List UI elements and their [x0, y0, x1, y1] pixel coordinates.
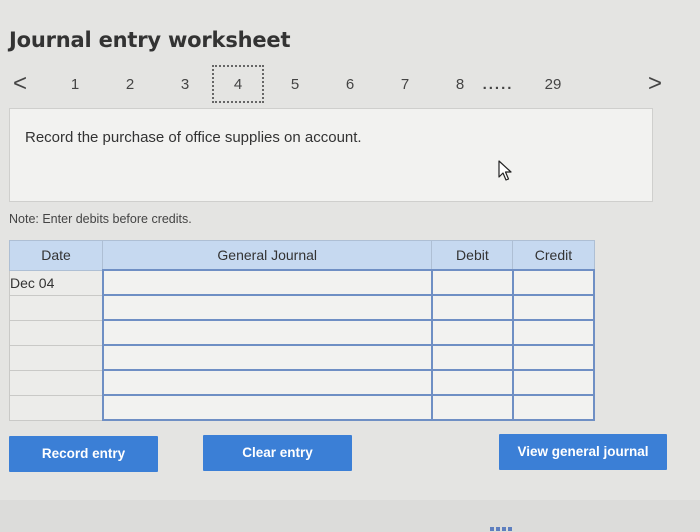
- page-link-8[interactable]: 8: [448, 68, 472, 102]
- table-row: [8, 319, 596, 346]
- account-input[interactable]: [101, 319, 433, 346]
- view-general-journal-button[interactable]: View general journal: [499, 434, 667, 470]
- table-row: [8, 394, 596, 421]
- credit-input[interactable]: [511, 294, 596, 321]
- journal-entry-table: Date General Journal Debit Credit Dec 04: [8, 240, 596, 421]
- credit-input[interactable]: [511, 269, 596, 296]
- page-link-29[interactable]: 29: [540, 68, 566, 102]
- column-header-general-journal: General Journal: [102, 240, 433, 271]
- column-header-date: Date: [8, 240, 104, 271]
- table-row: [8, 369, 596, 396]
- question-prompt-box: Record the purchase of office supplies o…: [9, 108, 653, 202]
- debit-input[interactable]: [430, 269, 514, 296]
- credit-input[interactable]: [511, 344, 596, 371]
- clear-entry-button[interactable]: Clear entry: [203, 435, 352, 471]
- page-link-4-current[interactable]: 4: [212, 65, 264, 103]
- column-header-credit: Credit: [512, 240, 595, 271]
- question-pager: < 1 2 3 4 5 6 7 8 ..... 29 >: [0, 65, 700, 103]
- page-title: Journal entry worksheet: [9, 28, 291, 52]
- page-link-3[interactable]: 3: [173, 68, 197, 102]
- page-link-6[interactable]: 6: [338, 68, 362, 102]
- account-input[interactable]: [101, 394, 433, 421]
- account-input[interactable]: [101, 369, 433, 396]
- date-cell: [8, 394, 104, 421]
- debit-input[interactable]: [430, 369, 514, 396]
- table-row: [8, 294, 596, 321]
- credit-input[interactable]: [511, 394, 596, 421]
- account-input[interactable]: [101, 344, 433, 371]
- date-cell: Dec 04: [8, 269, 104, 296]
- date-cell: [8, 369, 104, 396]
- debit-input[interactable]: [430, 344, 514, 371]
- prev-arrow-icon[interactable]: <: [10, 68, 30, 102]
- table-row: Dec 04: [8, 269, 596, 296]
- resize-grip-icon[interactable]: [490, 527, 512, 531]
- debit-input[interactable]: [430, 319, 514, 346]
- next-arrow-icon[interactable]: >: [645, 68, 665, 102]
- credit-input[interactable]: [511, 369, 596, 396]
- date-cell: [8, 319, 104, 346]
- account-input[interactable]: [101, 294, 433, 321]
- page-link-7[interactable]: 7: [393, 68, 417, 102]
- page-link-2[interactable]: 2: [118, 68, 142, 102]
- account-input[interactable]: [101, 269, 433, 296]
- pager-ellipsis: .....: [482, 76, 514, 93]
- table-row: [8, 344, 596, 371]
- question-prompt-text: Record the purchase of office supplies o…: [25, 129, 362, 146]
- date-cell: [8, 344, 104, 371]
- debit-input[interactable]: [430, 294, 514, 321]
- debit-input[interactable]: [430, 394, 514, 421]
- column-header-debit: Debit: [431, 240, 514, 271]
- credit-input[interactable]: [511, 319, 596, 346]
- mouse-pointer-icon: [498, 160, 512, 181]
- record-entry-button[interactable]: Record entry: [9, 436, 158, 472]
- bottom-bar: [0, 500, 700, 532]
- instruction-note: Note: Enter debits before credits.: [9, 212, 192, 226]
- date-cell: [8, 294, 104, 321]
- page-link-5[interactable]: 5: [283, 68, 307, 102]
- page-link-1[interactable]: 1: [63, 68, 87, 102]
